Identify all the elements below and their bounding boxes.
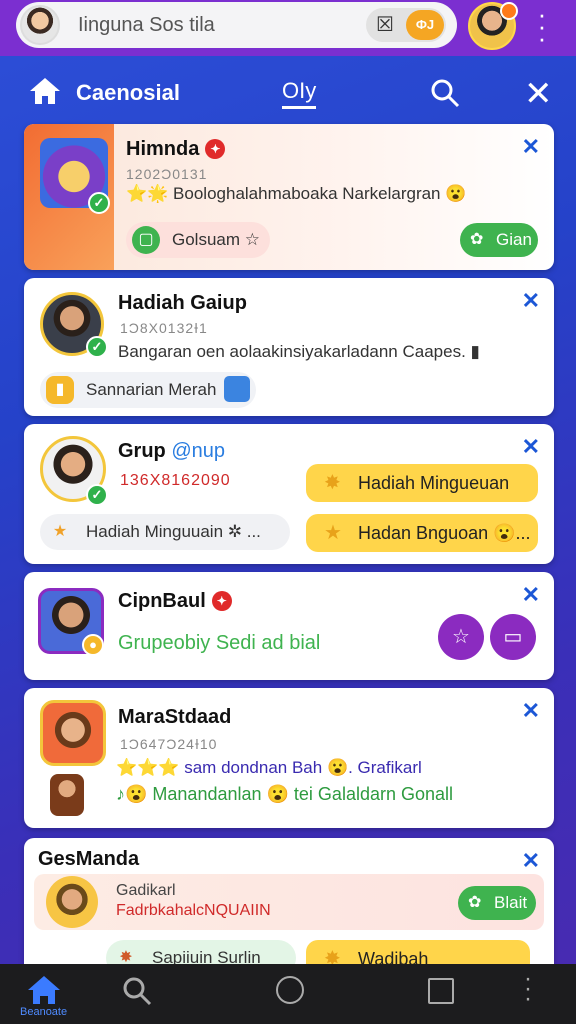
coin-icon: ▮: [46, 376, 74, 404]
star-action-icon[interactable]: ☆: [438, 614, 484, 660]
star-icon: ✸: [324, 948, 341, 964]
notification-badge: [500, 2, 518, 20]
notification-card[interactable]: MaraStdaad 1Ɔ647Ɔ24Ɨ10 ⭐⭐⭐ sam dondnan B…: [24, 688, 554, 828]
star-icon: ★: [52, 523, 68, 540]
card-name: MaraStdaad: [118, 706, 232, 728]
card-close-icon[interactable]: ✕: [522, 848, 540, 874]
chip-label: Sapiiuin Surlin: [152, 948, 261, 964]
reward-chip[interactable]: ▮ Sannarian Merah: [40, 372, 256, 408]
sub-title: Gadikarl: [116, 882, 176, 899]
card-name: CipnBaul ✦: [118, 590, 232, 613]
search-bar[interactable]: Iinguna Sos tila ☒ ФЈ: [16, 2, 457, 48]
system-nav-bar: Beanoate · · ·: [0, 964, 576, 1024]
user-avatar: [46, 876, 98, 928]
home-icon[interactable]: [26, 974, 62, 1006]
character-icon: [50, 774, 84, 816]
ticket-action-icon[interactable]: ▭: [490, 614, 536, 660]
search-icon[interactable]: [122, 976, 152, 1006]
card-name: Hadiah Gaiup: [118, 292, 247, 314]
card-close-icon[interactable]: ✕: [522, 134, 540, 160]
button-label: Hadan Bnguoan 😮...: [358, 523, 531, 543]
official-badge-icon: ✦: [211, 591, 232, 611]
join-button[interactable]: ✿ Gian: [460, 223, 538, 257]
mode-toggle[interactable]: ☒ ФЈ: [366, 8, 446, 42]
card-close-icon[interactable]: ✕: [522, 698, 540, 724]
sub-panel: Gadikarl FadrbkahalcNQUAIIN ✿ Blait: [34, 874, 544, 930]
weekly-gift-button[interactable]: ✸ Hadiah Mingueuan: [306, 464, 538, 502]
card-message: ⭐⭐⭐ sam dondnan Bah 😮. Grafikarl: [116, 758, 422, 777]
chip-label: Hadiah Minguuain ✲ ...: [86, 522, 261, 541]
group-tag: @nup: [171, 440, 226, 462]
card-id: 1Ɔ8X0132Ɨ1: [120, 320, 208, 336]
card-message: ⭐🌟 Boologhalahmaboaka Narkelargran 😮: [126, 184, 467, 203]
user-avatar[interactable]: [20, 5, 60, 45]
reward-chip[interactable]: ✸ Sapiiuin Surlin: [106, 940, 296, 964]
gift-icon: [224, 376, 250, 402]
notification-card[interactable]: ● CipnBaul ✦ Grupeobiy Sedi ad bial ☆ ▭ ✕: [24, 572, 554, 680]
card-id: 136X8162090: [120, 472, 231, 489]
card-close-icon[interactable]: ✕: [522, 582, 540, 608]
tab-active[interactable]: OIy: [282, 78, 317, 109]
home-circle-icon[interactable]: [276, 976, 304, 1004]
notification-card[interactable]: ✓ Hadiah Gaiup 1Ɔ8X0132Ɨ1 Bangaran oen a…: [24, 278, 554, 416]
card-message: Bangaran oen aolaakinsiyakarladann Caape…: [118, 342, 480, 361]
game-avatar: [40, 700, 106, 766]
recents-icon[interactable]: [428, 978, 454, 1004]
star-icon: ✸: [324, 472, 341, 494]
reward-chip[interactable]: ★ Hadiah Minguuain ✲ ...: [40, 514, 290, 550]
verified-icon: ✓: [86, 336, 108, 358]
notification-card[interactable]: ✓ Grup @nup 136X8162090 ★ Hadiah Minguua…: [24, 424, 554, 564]
toggle-knob: ФЈ: [406, 10, 444, 40]
card-message-secondary: ♪😮 Manandanlan 😮 tei Galaldarn Gonall: [116, 784, 454, 804]
button-label: Wadibah: [358, 949, 429, 964]
card-close-icon[interactable]: ✕: [522, 434, 540, 460]
star-icon: ★: [324, 522, 342, 544]
gift-icon: ✸: [119, 949, 133, 964]
official-badge-icon: ✦: [205, 139, 226, 159]
sub-detail: FadrbkahalcNQUAIIN: [116, 902, 271, 919]
card-message: Grupeobiy Sedi ad bial: [118, 632, 321, 654]
verified-icon: ✓: [86, 484, 108, 506]
search-icon[interactable]: [430, 78, 460, 108]
button-label: Gian: [496, 230, 532, 249]
plant-icon: ✿: [468, 894, 482, 911]
card-name: GesManda: [38, 848, 140, 870]
home-icon[interactable]: [28, 76, 62, 106]
card-id: 1Ɔ647Ɔ24Ɨ10: [120, 736, 218, 752]
notification-card[interactable]: GesManda ✕ Gadikarl FadrbkahalcNQUAIIN ✿…: [24, 838, 554, 964]
verified-icon: ✓: [88, 192, 110, 214]
weekly-gift-button[interactable]: ★ Hadan Bnguoan 😮...: [306, 514, 538, 552]
chip-label: Sannarian Merah: [86, 380, 217, 399]
notification-card[interactable]: ✓ Himnda ✦ 1202Ɔ0131 ⭐🌟 Boologhalahmaboak…: [24, 124, 554, 270]
header-nav: Caenosial OIy ✕: [0, 58, 576, 124]
plant-icon: ✿: [470, 231, 484, 248]
toggle-off-icon: ☒: [376, 14, 394, 36]
home-label[interactable]: Beanoate: [20, 1006, 67, 1018]
chip-label: Golsuam ☆: [172, 230, 260, 249]
close-icon[interactable]: ✕: [524, 74, 553, 114]
gift-button[interactable]: ✸ Wadibah: [306, 940, 530, 964]
more-menu-icon[interactable]: · · ·: [524, 967, 532, 1011]
card-name: Grup @nup: [118, 440, 226, 462]
more-menu-icon[interactable]: · · ·: [532, 1, 552, 51]
card-close-icon[interactable]: ✕: [522, 288, 540, 314]
search-text[interactable]: Iinguna Sos tila: [78, 14, 215, 37]
button-label: Blait: [494, 893, 528, 912]
card-name: Himnda ✦: [126, 138, 226, 161]
status-chip[interactable]: ▢ Golsuam ☆: [126, 222, 270, 258]
join-button[interactable]: ✿ Blait: [458, 886, 536, 920]
top-bar: Iinguna Sos tila ☒ ФЈ · · ·: [0, 0, 576, 56]
button-label: Hadiah Mingueuan: [358, 473, 510, 493]
card-id: 1202Ɔ0131: [126, 166, 208, 182]
chip-icon: ▢: [132, 226, 160, 254]
page-title: Caenosial: [76, 80, 180, 105]
coin-badge-icon: ●: [82, 634, 104, 656]
